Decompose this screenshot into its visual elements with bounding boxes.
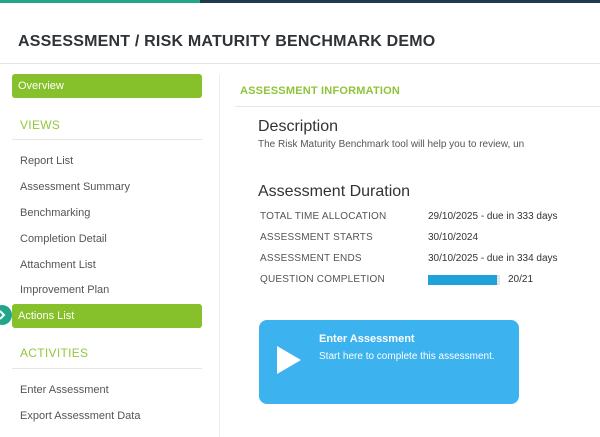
sidebar-item-enter-assessment[interactable]: Enter Assessment <box>20 384 109 396</box>
views-divider <box>12 139 202 140</box>
total-time-value: 29/10/2025 - due in 333 days <box>428 211 558 222</box>
question-completion-label: QUESTION COMPLETION <box>260 274 385 285</box>
sidebar-item-benchmarking[interactable]: Benchmarking <box>20 207 90 219</box>
question-completion-value: 20/21 <box>508 274 534 285</box>
title-divider <box>0 63 600 64</box>
page-title: ASSESSMENT / RISK MATURITY BENCHMARK DEM… <box>18 33 436 50</box>
assessment-ends-value: 30/10/2025 - due in 334 days <box>428 253 558 264</box>
sidebar-item-actions-list[interactable]: Actions List <box>12 304 202 328</box>
activities-divider <box>12 368 202 369</box>
sidebar-item-export-assessment-data[interactable]: Export Assessment Data <box>20 410 140 422</box>
enter-assessment-title: Enter Assessment <box>319 333 415 345</box>
duration-heading: Assessment Duration <box>258 183 411 200</box>
description-heading: Description <box>258 118 339 135</box>
sidebar-item-completion-detail[interactable]: Completion Detail <box>20 233 107 245</box>
question-completion-bar <box>428 275 500 285</box>
chevron-right-icon <box>0 310 6 320</box>
sidebar-item-overview[interactable]: Overview <box>12 74 202 98</box>
assessment-starts-value: 30/10/2024 <box>428 232 479 243</box>
sidebar-item-assessment-summary[interactable]: Assessment Summary <box>20 181 130 193</box>
description-text: The Risk Maturity Benchmark tool will he… <box>258 139 525 150</box>
sidebar-item-report-list[interactable]: Report List <box>20 155 73 167</box>
total-time-label: TOTAL TIME ALLOCATION <box>260 211 387 222</box>
views-heading: VIEWS <box>20 118 61 132</box>
top-border-accent <box>0 0 200 3</box>
sidebar-divider <box>219 75 220 437</box>
enter-assessment-button[interactable]: Enter Assessment Start here to complete … <box>259 320 519 404</box>
assessment-information-title: ASSESSMENT INFORMATION <box>240 85 401 97</box>
main-divider <box>235 106 600 107</box>
sidebar-item-improvement-plan[interactable]: Improvement Plan <box>20 284 109 296</box>
assessment-starts-label: ASSESSMENT STARTS <box>260 232 373 243</box>
side-tab-toggle[interactable] <box>0 305 12 325</box>
activities-heading: ACTIVITIES <box>20 346 89 360</box>
sidebar-item-attachment-list[interactable]: Attachment List <box>20 259 96 271</box>
enter-assessment-subtitle: Start here to complete this assessment. <box>319 351 495 362</box>
question-completion-fill <box>428 275 497 285</box>
assessment-ends-label: ASSESSMENT ENDS <box>260 253 362 264</box>
play-icon <box>277 346 301 374</box>
top-border <box>200 0 600 3</box>
